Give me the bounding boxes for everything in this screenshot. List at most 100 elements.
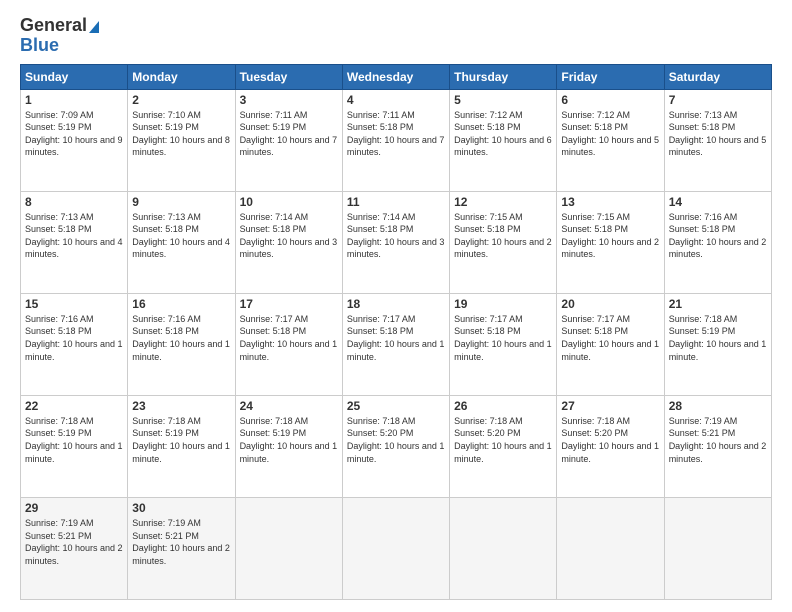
- day-info: Sunrise: 7:18 AMSunset: 5:20 PMDaylight:…: [347, 416, 445, 464]
- day-cell: 26 Sunrise: 7:18 AMSunset: 5:20 PMDaylig…: [450, 395, 557, 497]
- day-cell: 6 Sunrise: 7:12 AMSunset: 5:18 PMDayligh…: [557, 89, 664, 191]
- day-number: 6: [561, 93, 659, 107]
- day-number: 10: [240, 195, 338, 209]
- day-cell: 15 Sunrise: 7:16 AMSunset: 5:18 PMDaylig…: [21, 293, 128, 395]
- day-info: Sunrise: 7:11 AMSunset: 5:19 PMDaylight:…: [240, 110, 338, 158]
- day-number: 24: [240, 399, 338, 413]
- day-info: Sunrise: 7:16 AMSunset: 5:18 PMDaylight:…: [669, 212, 767, 260]
- day-info: Sunrise: 7:12 AMSunset: 5:18 PMDaylight:…: [561, 110, 659, 158]
- day-info: Sunrise: 7:19 AMSunset: 5:21 PMDaylight:…: [132, 518, 230, 566]
- day-cell: [450, 497, 557, 599]
- day-number: 16: [132, 297, 230, 311]
- weekday-header-wednesday: Wednesday: [342, 64, 449, 89]
- day-cell: 19 Sunrise: 7:17 AMSunset: 5:18 PMDaylig…: [450, 293, 557, 395]
- day-number: 29: [25, 501, 123, 515]
- day-cell: [664, 497, 771, 599]
- day-number: 14: [669, 195, 767, 209]
- day-cell: 18 Sunrise: 7:17 AMSunset: 5:18 PMDaylig…: [342, 293, 449, 395]
- day-number: 11: [347, 195, 445, 209]
- day-info: Sunrise: 7:10 AMSunset: 5:19 PMDaylight:…: [132, 110, 230, 158]
- day-cell: 7 Sunrise: 7:13 AMSunset: 5:18 PMDayligh…: [664, 89, 771, 191]
- day-cell: 17 Sunrise: 7:17 AMSunset: 5:18 PMDaylig…: [235, 293, 342, 395]
- day-cell: 1 Sunrise: 7:09 AMSunset: 5:19 PMDayligh…: [21, 89, 128, 191]
- day-info: Sunrise: 7:19 AMSunset: 5:21 PMDaylight:…: [669, 416, 767, 464]
- day-number: 9: [132, 195, 230, 209]
- day-cell: 22 Sunrise: 7:18 AMSunset: 5:19 PMDaylig…: [21, 395, 128, 497]
- day-info: Sunrise: 7:18 AMSunset: 5:20 PMDaylight:…: [454, 416, 552, 464]
- day-cell: [235, 497, 342, 599]
- day-info: Sunrise: 7:18 AMSunset: 5:19 PMDaylight:…: [669, 314, 767, 362]
- day-cell: 28 Sunrise: 7:19 AMSunset: 5:21 PMDaylig…: [664, 395, 771, 497]
- day-info: Sunrise: 7:18 AMSunset: 5:19 PMDaylight:…: [25, 416, 123, 464]
- weekday-header-monday: Monday: [128, 64, 235, 89]
- day-number: 15: [25, 297, 123, 311]
- day-cell: 21 Sunrise: 7:18 AMSunset: 5:19 PMDaylig…: [664, 293, 771, 395]
- day-number: 2: [132, 93, 230, 107]
- day-info: Sunrise: 7:13 AMSunset: 5:18 PMDaylight:…: [25, 212, 123, 260]
- day-info: Sunrise: 7:14 AMSunset: 5:18 PMDaylight:…: [347, 212, 445, 260]
- day-number: 19: [454, 297, 552, 311]
- day-cell: 14 Sunrise: 7:16 AMSunset: 5:18 PMDaylig…: [664, 191, 771, 293]
- calendar-table: SundayMondayTuesdayWednesdayThursdayFrid…: [20, 64, 772, 600]
- day-number: 5: [454, 93, 552, 107]
- weekday-header-saturday: Saturday: [664, 64, 771, 89]
- logo-blue: Blue: [20, 36, 99, 56]
- weekday-header-sunday: Sunday: [21, 64, 128, 89]
- day-cell: 27 Sunrise: 7:18 AMSunset: 5:20 PMDaylig…: [557, 395, 664, 497]
- day-cell: 29 Sunrise: 7:19 AMSunset: 5:21 PMDaylig…: [21, 497, 128, 599]
- day-cell: 4 Sunrise: 7:11 AMSunset: 5:18 PMDayligh…: [342, 89, 449, 191]
- day-number: 7: [669, 93, 767, 107]
- day-cell: 10 Sunrise: 7:14 AMSunset: 5:18 PMDaylig…: [235, 191, 342, 293]
- day-info: Sunrise: 7:15 AMSunset: 5:18 PMDaylight:…: [454, 212, 552, 260]
- day-number: 21: [669, 297, 767, 311]
- weekday-header-tuesday: Tuesday: [235, 64, 342, 89]
- day-number: 18: [347, 297, 445, 311]
- day-number: 20: [561, 297, 659, 311]
- day-cell: 13 Sunrise: 7:15 AMSunset: 5:18 PMDaylig…: [557, 191, 664, 293]
- day-cell: 24 Sunrise: 7:18 AMSunset: 5:19 PMDaylig…: [235, 395, 342, 497]
- day-cell: 30 Sunrise: 7:19 AMSunset: 5:21 PMDaylig…: [128, 497, 235, 599]
- day-info: Sunrise: 7:18 AMSunset: 5:20 PMDaylight:…: [561, 416, 659, 464]
- logo-general: General: [20, 16, 99, 36]
- day-info: Sunrise: 7:17 AMSunset: 5:18 PMDaylight:…: [454, 314, 552, 362]
- day-number: 28: [669, 399, 767, 413]
- header: General Blue: [20, 16, 772, 56]
- day-number: 8: [25, 195, 123, 209]
- day-info: Sunrise: 7:09 AMSunset: 5:19 PMDaylight:…: [25, 110, 123, 158]
- day-number: 17: [240, 297, 338, 311]
- day-info: Sunrise: 7:13 AMSunset: 5:18 PMDaylight:…: [669, 110, 767, 158]
- week-row-3: 15 Sunrise: 7:16 AMSunset: 5:18 PMDaylig…: [21, 293, 772, 395]
- day-info: Sunrise: 7:13 AMSunset: 5:18 PMDaylight:…: [132, 212, 230, 260]
- day-info: Sunrise: 7:18 AMSunset: 5:19 PMDaylight:…: [240, 416, 338, 464]
- day-cell: [342, 497, 449, 599]
- day-info: Sunrise: 7:19 AMSunset: 5:21 PMDaylight:…: [25, 518, 123, 566]
- day-number: 26: [454, 399, 552, 413]
- day-number: 3: [240, 93, 338, 107]
- day-cell: [557, 497, 664, 599]
- day-number: 23: [132, 399, 230, 413]
- day-cell: 25 Sunrise: 7:18 AMSunset: 5:20 PMDaylig…: [342, 395, 449, 497]
- day-number: 27: [561, 399, 659, 413]
- day-info: Sunrise: 7:11 AMSunset: 5:18 PMDaylight:…: [347, 110, 445, 158]
- day-cell: 3 Sunrise: 7:11 AMSunset: 5:19 PMDayligh…: [235, 89, 342, 191]
- day-cell: 20 Sunrise: 7:17 AMSunset: 5:18 PMDaylig…: [557, 293, 664, 395]
- week-row-2: 8 Sunrise: 7:13 AMSunset: 5:18 PMDayligh…: [21, 191, 772, 293]
- day-number: 13: [561, 195, 659, 209]
- day-cell: 11 Sunrise: 7:14 AMSunset: 5:18 PMDaylig…: [342, 191, 449, 293]
- weekday-header-friday: Friday: [557, 64, 664, 89]
- day-cell: 23 Sunrise: 7:18 AMSunset: 5:19 PMDaylig…: [128, 395, 235, 497]
- weekday-header-row: SundayMondayTuesdayWednesdayThursdayFrid…: [21, 64, 772, 89]
- day-number: 22: [25, 399, 123, 413]
- day-info: Sunrise: 7:14 AMSunset: 5:18 PMDaylight:…: [240, 212, 338, 260]
- day-info: Sunrise: 7:17 AMSunset: 5:18 PMDaylight:…: [240, 314, 338, 362]
- week-row-1: 1 Sunrise: 7:09 AMSunset: 5:19 PMDayligh…: [21, 89, 772, 191]
- day-info: Sunrise: 7:18 AMSunset: 5:19 PMDaylight:…: [132, 416, 230, 464]
- day-info: Sunrise: 7:17 AMSunset: 5:18 PMDaylight:…: [561, 314, 659, 362]
- day-number: 12: [454, 195, 552, 209]
- day-info: Sunrise: 7:16 AMSunset: 5:18 PMDaylight:…: [25, 314, 123, 362]
- day-info: Sunrise: 7:12 AMSunset: 5:18 PMDaylight:…: [454, 110, 552, 158]
- week-row-4: 22 Sunrise: 7:18 AMSunset: 5:19 PMDaylig…: [21, 395, 772, 497]
- day-number: 30: [132, 501, 230, 515]
- logo: General Blue: [20, 16, 99, 56]
- week-row-5: 29 Sunrise: 7:19 AMSunset: 5:21 PMDaylig…: [21, 497, 772, 599]
